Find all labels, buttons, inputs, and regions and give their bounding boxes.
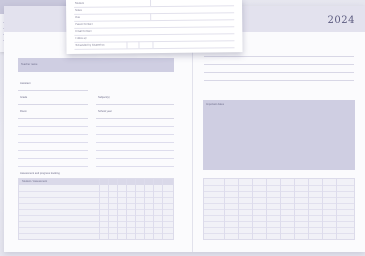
grid-row-line bbox=[19, 215, 173, 216]
grid-col-line bbox=[135, 179, 136, 239]
grid-row-line bbox=[19, 197, 173, 198]
card-column-separator bbox=[138, 41, 140, 49]
list-row[interactable] bbox=[18, 150, 88, 151]
card-row-label: Email Contact bbox=[75, 29, 92, 33]
grid-header-label: Student / Assessment bbox=[22, 180, 48, 183]
field-line[interactable] bbox=[96, 118, 174, 119]
list-row[interactable] bbox=[18, 134, 88, 135]
grid-col-line bbox=[144, 179, 145, 239]
grid-col-line bbox=[238, 179, 239, 239]
grid-row-line bbox=[19, 203, 173, 204]
field-line[interactable] bbox=[96, 104, 174, 105]
grid-row-line bbox=[204, 191, 354, 192]
grid-col-line bbox=[252, 179, 253, 239]
grid-col-line bbox=[99, 179, 100, 239]
important-dates-label: Important dates bbox=[206, 103, 225, 106]
field-label: School year bbox=[98, 110, 112, 113]
grid-col-line bbox=[280, 179, 281, 239]
card-row-label: Due bbox=[75, 15, 80, 19]
card-row-line[interactable] bbox=[74, 12, 235, 15]
card-column-separator bbox=[126, 41, 128, 49]
grid-row-line bbox=[204, 221, 354, 222]
grid-row-line bbox=[19, 233, 173, 234]
list-row[interactable] bbox=[18, 166, 88, 167]
field-line[interactable] bbox=[18, 90, 88, 91]
year-label: 2024 bbox=[327, 15, 355, 26]
grid-row-line bbox=[204, 233, 354, 234]
card-row-line[interactable] bbox=[74, 5, 235, 8]
grid-header: Student / Assessment bbox=[19, 179, 173, 185]
right-page-line[interactable] bbox=[204, 56, 354, 57]
card-row-label: Notes bbox=[75, 8, 82, 12]
grid-col-line bbox=[224, 179, 225, 239]
grid-row-line bbox=[19, 221, 173, 222]
right-page-line[interactable] bbox=[204, 72, 354, 73]
card-row-line[interactable] bbox=[74, 47, 235, 50]
grid-caption: Assessment and progress tracking bbox=[20, 172, 60, 175]
card-row-label: Scheduled by Chatterbox bbox=[75, 43, 105, 47]
field-label: Assistant bbox=[20, 82, 31, 85]
card-row-label: Follow-up bbox=[75, 36, 87, 40]
card-column-separator bbox=[150, 13, 152, 21]
grid-row-line bbox=[204, 203, 354, 204]
grid-col-line bbox=[336, 179, 337, 239]
grid-row-line bbox=[19, 227, 173, 228]
grid-row-line bbox=[204, 185, 354, 186]
planner-scene: 2024 Teacher name Assistant Grade Subjec… bbox=[0, 0, 365, 256]
list-row[interactable] bbox=[96, 150, 174, 151]
card-row-line[interactable] bbox=[74, 40, 235, 43]
list-row[interactable] bbox=[96, 158, 174, 159]
card-row-label: Student bbox=[75, 1, 85, 5]
grid-row-line bbox=[19, 209, 173, 210]
teacher-name-bar[interactable]: Teacher name bbox=[18, 58, 174, 72]
right-page-line[interactable] bbox=[204, 80, 354, 81]
list-row[interactable] bbox=[18, 142, 88, 143]
field-line[interactable] bbox=[18, 104, 88, 105]
list-row[interactable] bbox=[18, 158, 88, 159]
grid-row-line bbox=[204, 215, 354, 216]
list-row[interactable] bbox=[96, 166, 174, 167]
grid-row-line bbox=[204, 197, 354, 198]
grid-col-line bbox=[117, 179, 118, 239]
grid-col-line bbox=[308, 179, 309, 239]
right-page-line[interactable] bbox=[204, 64, 354, 65]
grid-col-line bbox=[162, 179, 163, 239]
field-label: Grade bbox=[20, 96, 28, 99]
card-column-separator bbox=[152, 41, 154, 49]
grid-col-line bbox=[153, 179, 154, 239]
grid-row-line bbox=[204, 209, 354, 210]
important-dates-block[interactable]: Important dates bbox=[203, 100, 355, 170]
card-row-line[interactable] bbox=[74, 26, 235, 29]
field-line[interactable] bbox=[18, 118, 88, 119]
card-row-line[interactable] bbox=[74, 19, 235, 22]
field-label: Room bbox=[20, 110, 27, 113]
list-row[interactable] bbox=[18, 126, 88, 127]
list-row[interactable] bbox=[96, 134, 174, 135]
page-spine bbox=[192, 32, 193, 252]
field-label: Subject(s) bbox=[98, 96, 110, 99]
grid-col-line bbox=[108, 179, 109, 239]
grid-row-line bbox=[204, 227, 354, 228]
grid-col-line bbox=[322, 179, 323, 239]
grid-row-line bbox=[19, 191, 173, 192]
list-row[interactable] bbox=[96, 126, 174, 127]
card-row-label: Parent Contact bbox=[75, 22, 93, 26]
card-column-separator bbox=[149, 0, 152, 7]
card-row-line[interactable] bbox=[74, 33, 235, 36]
grid-col-line bbox=[266, 179, 267, 239]
grid-col-line bbox=[126, 179, 127, 239]
right-grid[interactable] bbox=[203, 178, 355, 240]
teacher-name-label: Teacher name bbox=[21, 63, 38, 66]
floating-form-card: Student Notes Due Parent Contact Email C… bbox=[66, 0, 243, 54]
grid-col-line bbox=[294, 179, 295, 239]
list-row[interactable] bbox=[96, 142, 174, 143]
assessment-grid[interactable]: Student / Assessment bbox=[18, 178, 174, 240]
